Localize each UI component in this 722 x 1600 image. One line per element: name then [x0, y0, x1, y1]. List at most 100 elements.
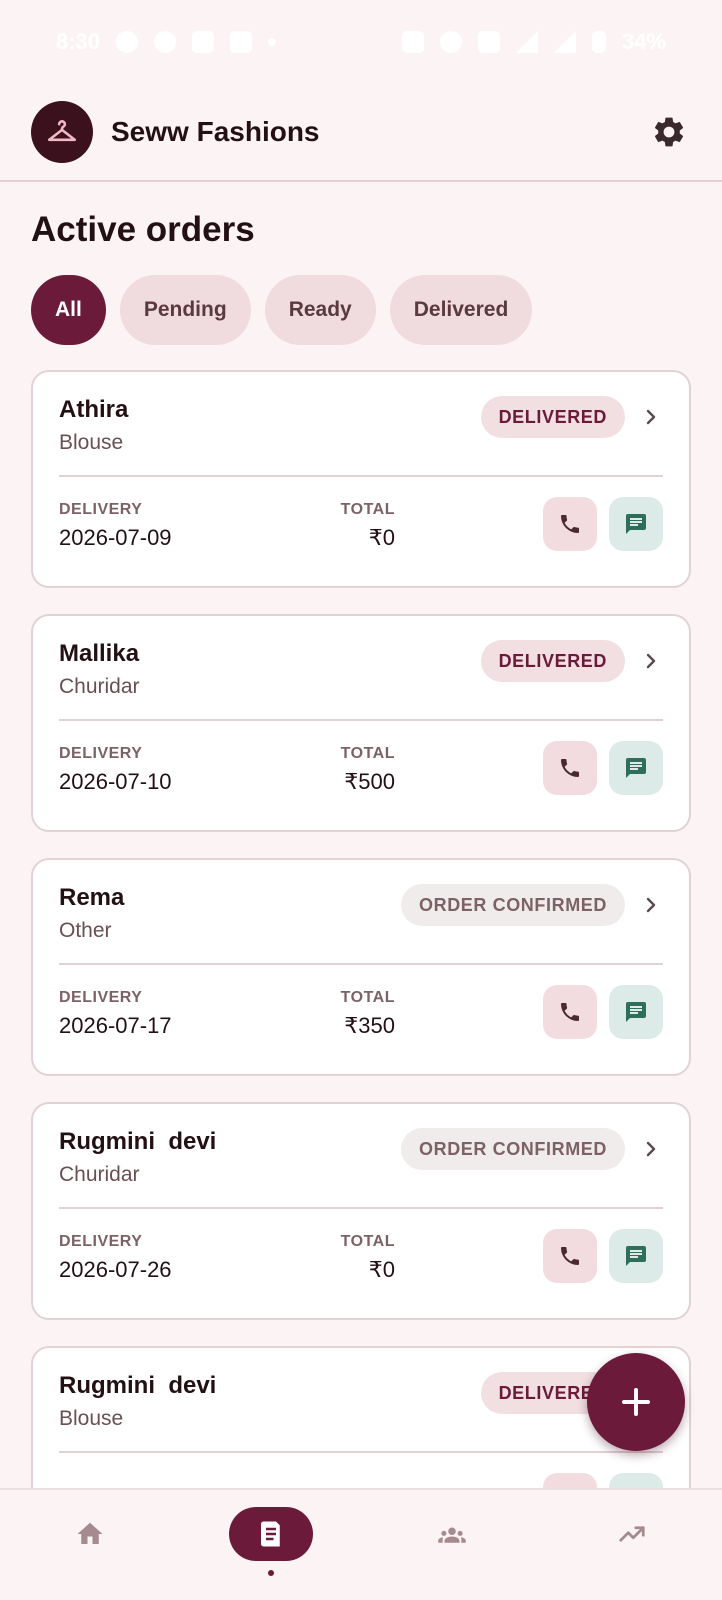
data-speed-icon — [401, 31, 424, 53]
gear-icon — [654, 117, 684, 147]
page-title: Active orders — [31, 210, 255, 249]
phone-icon — [561, 758, 579, 777]
customer-name: Rugmini devi — [59, 1128, 217, 1155]
nav-orders[interactable] — [229, 1504, 313, 1564]
garment-type: Blouse — [59, 430, 124, 454]
nav-customers[interactable] — [432, 1504, 472, 1564]
call-button[interactable] — [543, 1472, 597, 1488]
message-button[interactable] — [609, 1472, 663, 1488]
customer-name: Rema — [59, 884, 125, 911]
customer-name: Athira — [59, 396, 129, 423]
instagram-notification-icon — [230, 31, 253, 53]
phone-icon — [561, 1246, 579, 1265]
chevron-right-icon[interactable] — [639, 1128, 663, 1170]
total-amount: ₹0 — [368, 1256, 395, 1282]
facebook-notification-icon — [154, 31, 177, 53]
message-icon — [626, 757, 646, 778]
message-button[interactable] — [609, 740, 663, 795]
nav-analytics[interactable] — [612, 1504, 652, 1564]
analytics-icon — [619, 1526, 645, 1542]
delivery-date: 2026-07-26 — [59, 1256, 172, 1282]
app-bar: Seww Fashions — [0, 84, 722, 182]
total-label: TOTAL — [340, 744, 395, 762]
order-card[interactable]: Athira Blouse DELIVERED DELIVERY 2026-07… — [31, 370, 691, 588]
add-order-button[interactable] — [587, 1353, 685, 1451]
call-button[interactable] — [543, 1228, 597, 1283]
battery-level: 34% — [621, 29, 666, 54]
garment-type: Churidar — [59, 674, 140, 698]
filter-chips: All Pending Ready Delivered — [31, 275, 533, 345]
order-card[interactable]: Mallika Churidar DELIVERED DELIVERY 2026… — [31, 614, 691, 832]
call-button[interactable] — [543, 984, 597, 1039]
chevron-right-icon[interactable] — [639, 640, 663, 682]
card-divider — [59, 962, 663, 965]
signal-icon-2 — [553, 31, 576, 53]
app-title: Seww Fashions — [111, 116, 320, 147]
delivery-label: DELIVERY — [59, 1232, 143, 1250]
battery-icon — [591, 31, 606, 53]
order-card[interactable]: Rugmini devi Churidar ORDER CONFIRMED DE… — [31, 1102, 691, 1320]
total-amount: ₹500 — [344, 768, 395, 794]
shop-avatar — [31, 101, 93, 163]
hanger-icon — [47, 120, 77, 142]
phone-icon — [561, 1002, 579, 1021]
call-button[interactable] — [543, 496, 597, 551]
nav-orders-active-pill — [229, 1507, 313, 1561]
more-notifications-dot-icon — [268, 38, 277, 46]
orders-icon — [261, 1521, 280, 1547]
filter-chip-pending[interactable]: Pending — [119, 275, 251, 345]
delivery-label: DELIVERY — [59, 988, 143, 1006]
filter-chip-ready[interactable]: Ready — [264, 275, 376, 345]
message-icon — [626, 1001, 646, 1022]
status-badge: ORDER CONFIRMED — [401, 1128, 625, 1170]
delivery-date: 2026-07-09 — [59, 524, 172, 550]
wifi-icon — [439, 31, 462, 53]
image-notification-icon — [192, 31, 215, 53]
total-label: TOTAL — [340, 1232, 395, 1250]
call-button[interactable] — [543, 740, 597, 795]
status-time: 8:30 — [56, 29, 101, 54]
delivery-date: 2026-07-10 — [59, 768, 172, 794]
order-card[interactable]: Rema Other ORDER CONFIRMED DELIVERY 2026… — [31, 858, 691, 1076]
chevron-right-icon[interactable] — [639, 396, 663, 438]
status-bar: 8:30 34% — [0, 0, 722, 84]
total-amount: ₹350 — [344, 1012, 395, 1038]
chevron-right-icon[interactable] — [639, 884, 663, 926]
nav-home[interactable] — [70, 1504, 110, 1564]
customer-name: Rugmini devi — [59, 1372, 217, 1399]
nav-active-indicator — [268, 1570, 274, 1576]
delivery-label: DELIVERY — [59, 500, 143, 518]
filter-chip-all[interactable]: All — [31, 275, 106, 345]
orders-list[interactable]: Athira Blouse DELIVERED DELIVERY 2026-07… — [31, 370, 691, 1488]
total-amount: ₹0 — [368, 524, 395, 550]
messenger-notification-icon — [116, 31, 139, 53]
status-bar-right: 34% — [401, 29, 666, 55]
volte-icon — [477, 31, 500, 53]
message-button[interactable] — [609, 984, 663, 1039]
home-icon — [77, 1522, 103, 1544]
signal-icon — [515, 31, 538, 53]
total-label: TOTAL — [340, 988, 395, 1006]
bottom-navigation — [0, 1488, 722, 1600]
message-icon — [626, 513, 646, 534]
card-divider — [59, 1206, 663, 1209]
delivery-date: 2026-07-17 — [59, 1012, 172, 1038]
total-label: TOTAL — [340, 500, 395, 518]
status-badge: DELIVERED — [480, 640, 625, 682]
message-button[interactable] — [609, 496, 663, 551]
status-badge: DELIVERED — [480, 396, 625, 438]
customers-icon — [438, 1527, 466, 1543]
card-divider — [59, 1450, 663, 1453]
filter-chip-delivered[interactable]: Delivered — [389, 275, 533, 345]
plus-icon — [622, 1388, 650, 1416]
phone-icon — [561, 514, 579, 533]
card-divider — [59, 474, 663, 477]
status-badge: ORDER CONFIRMED — [401, 884, 625, 926]
garment-type: Other — [59, 918, 112, 942]
garment-type: Churidar — [59, 1162, 140, 1186]
delivery-label: DELIVERY — [59, 744, 143, 762]
card-divider — [59, 718, 663, 721]
status-bar-left: 8:30 — [56, 29, 277, 55]
settings-button[interactable] — [647, 110, 691, 154]
message-button[interactable] — [609, 1228, 663, 1283]
